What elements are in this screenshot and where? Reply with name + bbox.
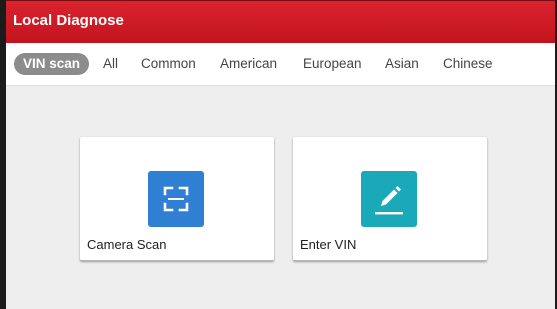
page-title: Local Diagnose bbox=[13, 12, 124, 29]
tab-vin-scan[interactable]: VIN scan bbox=[14, 53, 90, 75]
tab-common[interactable]: Common bbox=[141, 53, 196, 75]
app-window: Local Diagnose VIN scan All Common Ameri… bbox=[0, 0, 557, 309]
tab-european[interactable]: European bbox=[303, 53, 362, 75]
enter-vin-card[interactable]: Enter VIN bbox=[293, 137, 487, 261]
enter-vin-label: Enter VIN bbox=[300, 237, 357, 252]
tab-chinese[interactable]: Chinese bbox=[443, 53, 493, 75]
pencil-edit-icon bbox=[361, 171, 417, 227]
scan-frame-icon bbox=[148, 171, 204, 227]
tab-all[interactable]: All bbox=[103, 53, 118, 75]
tab-asian[interactable]: Asian bbox=[385, 53, 419, 75]
camera-scan-label: Camera Scan bbox=[87, 237, 167, 252]
camera-scan-card[interactable]: Camera Scan bbox=[80, 137, 274, 261]
title-bar: Local Diagnose bbox=[6, 0, 555, 44]
category-tab-bar: VIN scan All Common American European As… bbox=[6, 43, 555, 86]
tab-american[interactable]: American bbox=[220, 53, 277, 75]
